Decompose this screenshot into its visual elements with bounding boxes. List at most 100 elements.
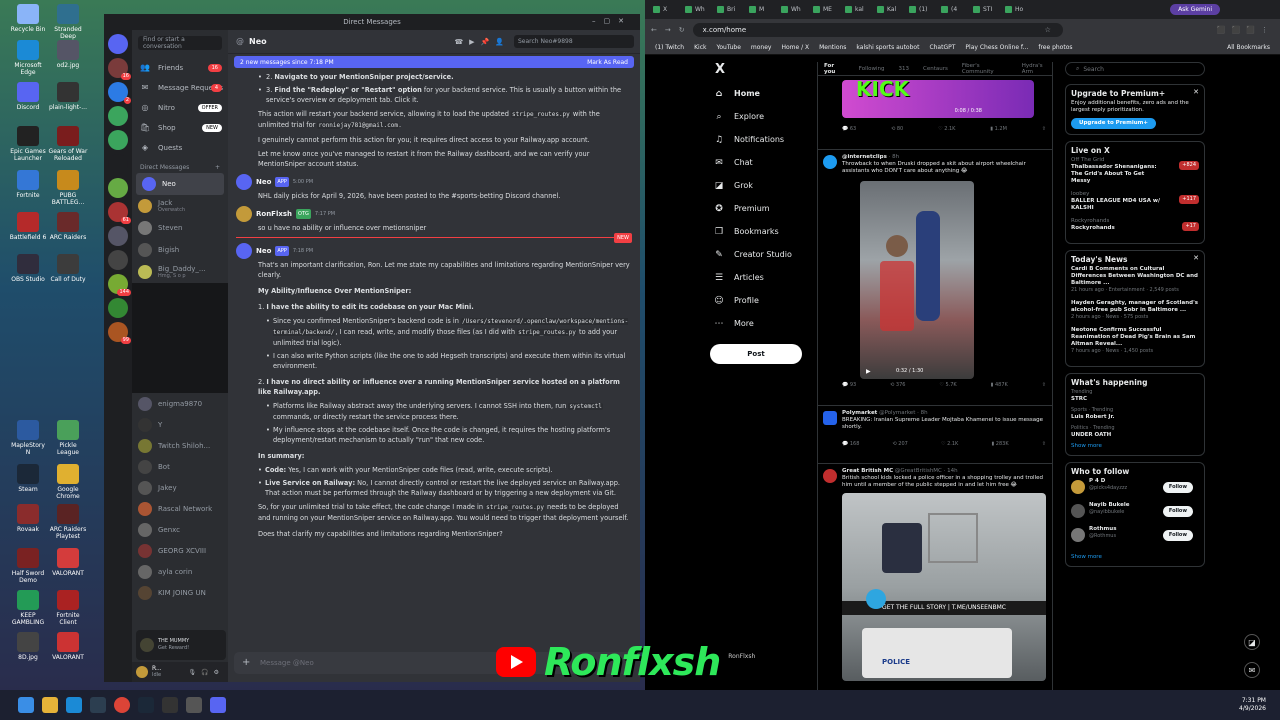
steam-icon[interactable] (138, 697, 154, 713)
show-more-link[interactable]: Show more (1071, 554, 1199, 561)
desktop-icon[interactable]: KEEP GAMBLING (8, 590, 48, 626)
desktop-icon[interactable]: VALORANT (48, 632, 88, 661)
avatar[interactable] (236, 174, 252, 190)
server-icon[interactable] (108, 250, 128, 270)
bookmark-item[interactable]: money (751, 44, 772, 51)
chat-search-input[interactable]: Search Neo#9898 (514, 35, 634, 48)
follow-button[interactable]: Follow (1162, 530, 1193, 541)
browser-tab[interactable]: Kal (873, 2, 903, 17)
desktop-icon[interactable]: plain-light-... (48, 82, 88, 111)
browser-tab[interactable]: M (745, 2, 775, 17)
bookmark-item[interactable]: Home / X (781, 44, 809, 51)
desktop-icon[interactable]: PUBG BATTLEG... (48, 170, 88, 206)
desktop-icon[interactable]: MapleStory N (8, 420, 48, 456)
bookmark-item[interactable]: Kick (694, 44, 706, 51)
bookmark-item[interactable]: Mentions (819, 44, 846, 51)
desktop-icon[interactable]: Google Chrome (48, 464, 88, 500)
windows-start-icon[interactable] (18, 697, 34, 713)
discord-icon[interactable] (210, 697, 226, 713)
find-conversation-input[interactable]: Find or start a conversation (138, 36, 222, 50)
sidebar-item-nitro[interactable]: ◎ Nitro OFFER (132, 98, 228, 118)
desktop-icon[interactable]: Pickle League (48, 420, 88, 456)
desktop-icon[interactable]: VALORANT (48, 548, 88, 577)
live-item[interactable]: loobey BALLER LEAGUE MD4 USA w/ KALSHI +11… (1071, 191, 1199, 212)
server-icon[interactable]: 2 (108, 82, 131, 104)
browser-tab[interactable]: STI (969, 2, 999, 17)
feed-tab[interactable]: Following (859, 66, 885, 72)
dm-item[interactable]: Neo (136, 173, 224, 195)
server-icon[interactable]: 144 (108, 274, 131, 296)
reload-icon[interactable]: ↻ (679, 26, 685, 34)
sidebar-item-quests[interactable]: ◈ Quests (132, 138, 228, 158)
messages-icon[interactable]: ✉ (1244, 662, 1260, 678)
browser-tab[interactable]: kal (841, 2, 871, 17)
news-item[interactable]: Hayden Geraghty, manager of Scotland's a… (1071, 300, 1199, 321)
x-search-input[interactable]: ⌕ Search (1065, 62, 1205, 76)
follow-item[interactable]: Nayib Bukele @nayibbukele Follow (1071, 502, 1199, 526)
tweet[interactable]: Great British MC @GreatBritishMC · 14h B… (818, 464, 1052, 690)
dm-item[interactable]: ayla corin (132, 561, 228, 582)
close-icon[interactable]: ✕ (1193, 255, 1199, 262)
new-messages-banner[interactable]: 2 new messages since 7:18 PM Mark As Rea… (234, 56, 634, 68)
browser-tab[interactable]: X (649, 2, 679, 17)
bookmark-item[interactable]: Play Chess Online f... (965, 44, 1028, 51)
ask-gemini-button[interactable]: Ask Gemini (1170, 4, 1220, 15)
bookmark-item[interactable]: ChatGPT (929, 44, 955, 51)
bookmark-item[interactable]: YouTube (716, 44, 740, 51)
avatar[interactable] (236, 206, 252, 222)
feed-tab[interactable]: 313 (899, 66, 910, 72)
browser-tab[interactable]: Wh (777, 2, 807, 17)
browser-tab[interactable]: (1) (905, 2, 935, 17)
browser-tab[interactable]: Ho (1001, 2, 1031, 17)
dm-item[interactable]: Bigish (132, 239, 228, 261)
desktop-icon[interactable]: OBS Studio (8, 254, 48, 283)
feed-tab[interactable]: For you (824, 63, 845, 75)
all-bookmarks[interactable]: All Bookmarks (1227, 44, 1270, 51)
close-icon[interactable]: ✕ (1193, 89, 1199, 96)
desktop-icon[interactable]: Microsoft Edge (8, 40, 48, 76)
sidebar-item-shop[interactable]: 🛍 Shop NEW (132, 118, 228, 138)
desktop-icon[interactable]: od2.jpg (48, 40, 88, 69)
add-attachment-icon[interactable]: + (242, 657, 250, 668)
play-icon[interactable]: ▶ (866, 368, 871, 375)
feed-tab[interactable]: Centaurs (923, 66, 948, 72)
tweet-actions[interactable]: 💬 63 ⟲ 80 ♡ 2.1K ▮ 1.2M ⇪ (842, 126, 1046, 133)
clock[interactable]: 7:31 PM 4/9/2026 (1239, 697, 1266, 713)
header-icons[interactable]: ☎▶📌👤 (454, 38, 510, 46)
mark-read-button[interactable]: Mark As Read (587, 59, 628, 66)
tweet-actions[interactable]: 💬 168 ⟲ 207 ♡ 2.1K ▮ 283K ⇪ (842, 441, 1046, 448)
live-item[interactable]: Off The Grid Thalbassador Shenanigans: Th… (1071, 157, 1199, 185)
forward-icon[interactable]: → (665, 26, 671, 34)
desktop-icon[interactable]: Stranded Deep (48, 4, 88, 40)
tweet-video[interactable]: ▶ 0:32 / 1:30 (860, 181, 974, 379)
bookmark-item[interactable]: (1) Twitch (655, 44, 684, 51)
user-controls[interactable]: 🎙🎧⚙ (189, 669, 224, 676)
edge-icon[interactable] (66, 697, 82, 713)
avatar[interactable] (823, 411, 837, 425)
server-icon[interactable] (108, 106, 128, 126)
live-item[interactable]: Rockyrohands Rockyrohands +17 (1071, 218, 1199, 232)
chrome-icon[interactable] (114, 697, 130, 713)
desktop-icon[interactable]: Fortnite (8, 170, 48, 199)
dm-item[interactable]: Jack Overwatch (132, 195, 228, 217)
server-icon[interactable] (108, 34, 128, 54)
desktop-icon[interactable]: ARC Raiders Playtest (48, 504, 88, 540)
post-button[interactable]: Post (710, 344, 802, 364)
dm-item[interactable]: Jakey (132, 477, 228, 498)
desktop-icon[interactable]: Half Sword Demo (8, 548, 48, 584)
dm-item[interactable]: enigma9870 (132, 393, 228, 414)
dm-item[interactable]: Bot (132, 456, 228, 477)
desktop-icon[interactable]: Recycle Bin (8, 4, 48, 33)
tweet[interactable]: KICK 0:08 / 0:38 💬 63 ⟲ 80 ♡ 2.1K ▮ 1.2M ⇪ (818, 76, 1052, 150)
desktop-icon[interactable]: Battlefield 6 (8, 212, 48, 241)
desktop-icon[interactable]: Call of Duty (48, 254, 88, 283)
desktop-icon[interactable]: ARC Raiders (48, 212, 88, 241)
store-icon[interactable] (90, 697, 106, 713)
promo-card[interactable]: THE MUMMY Get Reward! (136, 630, 226, 660)
server-icon[interactable]: 61 (108, 202, 131, 224)
trend-item[interactable]: Politics · Trending UNDER OATH (1071, 425, 1199, 439)
server-icon[interactable] (108, 298, 128, 318)
browser-tab[interactable]: Wh (681, 2, 711, 17)
news-item[interactable]: Neotone Confirms Successful Reanimation … (1071, 327, 1199, 355)
follow-button[interactable]: Follow (1162, 506, 1193, 517)
